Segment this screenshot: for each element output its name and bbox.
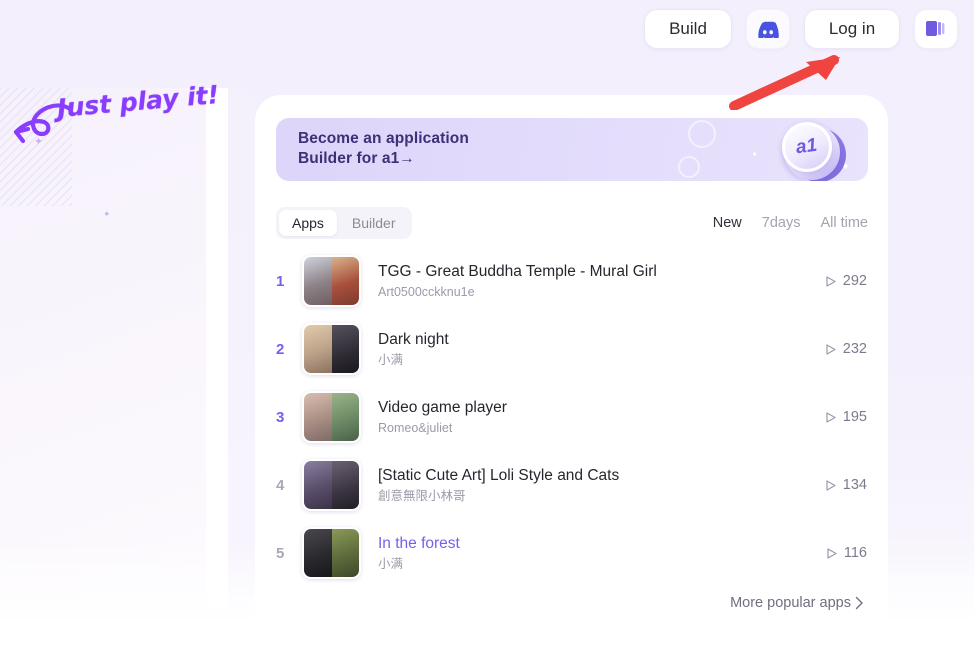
- filter-new-label: New: [712, 215, 742, 231]
- library-stack-icon: [926, 21, 945, 36]
- list-item[interactable]: 3 Video game player Romeo&juliet 195: [255, 383, 888, 451]
- login-button-label: Log in: [828, 19, 876, 38]
- promo-banner-line1: Become an application: [298, 130, 469, 147]
- play-count-value: 134: [842, 477, 867, 493]
- annotation-left-arrow: [13, 103, 73, 144]
- app-author: Romeo&juliet: [378, 420, 453, 435]
- play-count-value: 195: [842, 409, 867, 425]
- list-item[interactable]: 1 TGG - Great Buddha Temple - Mural Girl…: [255, 247, 888, 315]
- play-count-value: 116: [843, 545, 867, 561]
- play-count: 134: [824, 477, 867, 493]
- rank-number: 3: [276, 408, 285, 426]
- filter-new[interactable]: New: [713, 215, 742, 231]
- coin-front-icon: a1: [782, 122, 832, 172]
- play-count: 232: [824, 341, 867, 357]
- list-toolbar: Apps Builder New 7days All time: [276, 207, 868, 239]
- thumbnail-half-right: [331, 529, 359, 577]
- app-meta: Dark night 小满: [378, 329, 824, 370]
- play-triangle-icon: [824, 343, 837, 356]
- app-author: 小满: [378, 352, 404, 367]
- promo-banner-text: Become an application Builder for a1→: [298, 129, 469, 169]
- app-thumbnail[interactable]: [302, 527, 361, 579]
- decorative-ring: [678, 156, 700, 178]
- rank-number: 1: [276, 272, 285, 290]
- build-button[interactable]: Build: [644, 9, 732, 49]
- sparkle-icon: ✦: [103, 209, 111, 219]
- app-title: Dark night: [378, 330, 449, 348]
- filter-7days-label: 7days: [761, 215, 801, 231]
- app-meta: [Static Cute Art] Loli Style and Cats 創意…: [378, 465, 824, 506]
- tab-apps-label: Apps: [292, 215, 324, 231]
- rank-number: 4: [276, 476, 285, 494]
- app-meta: Video game player Romeo&juliet: [378, 397, 824, 438]
- rank-number: 5: [276, 544, 285, 562]
- play-count-value: 292: [842, 273, 867, 289]
- app-meta: TGG - Great Buddha Temple - Mural Girl A…: [378, 261, 824, 302]
- thumbnail-half-left: [304, 257, 332, 305]
- app-ranking-list: 1 TGG - Great Buddha Temple - Mural Girl…: [255, 247, 888, 587]
- thumbnail-half-left: [304, 325, 332, 373]
- discord-button[interactable]: [746, 9, 790, 49]
- play-triangle-icon: [825, 547, 838, 560]
- filter-group: New 7days All time: [713, 215, 868, 231]
- play-count-value: 232: [842, 341, 867, 357]
- discord-icon: [758, 21, 779, 38]
- app-title: TGG - Great Buddha Temple - Mural Girl: [378, 262, 657, 280]
- build-button-label: Build: [669, 19, 707, 38]
- app-thumbnail[interactable]: [302, 459, 361, 511]
- thumbnail-half-right: [331, 325, 359, 373]
- more-popular-apps-link[interactable]: More popular apps: [730, 595, 864, 611]
- thumbnail-half-left: [304, 393, 332, 441]
- app-title: Video game player: [378, 398, 507, 416]
- list-item[interactable]: 4 [Static Cute Art] Loli Style and Cats …: [255, 451, 888, 519]
- thumbnail-half-right: [331, 393, 359, 441]
- promo-banner[interactable]: Become an application Builder for a1→ ✦ …: [276, 118, 868, 181]
- thumbnail-half-right: [331, 461, 359, 509]
- thumbnail-half-left: [304, 461, 332, 509]
- sparkle-icon: ✦: [751, 150, 758, 159]
- play-count: 292: [824, 273, 867, 289]
- background-side-strip: [228, 88, 256, 608]
- app-author: 小满: [378, 556, 404, 571]
- app-author: 創意無限小林哥: [378, 488, 466, 503]
- background-white-gap: [206, 88, 228, 608]
- play-triangle-icon: [824, 411, 837, 424]
- main-card: Become an application Builder for a1→ ✦ …: [255, 95, 888, 660]
- more-popular-apps-label: More popular apps: [730, 595, 851, 611]
- a1-logo-glyph: a1: [794, 134, 819, 159]
- filter-7days[interactable]: 7days: [762, 215, 801, 231]
- library-button[interactable]: [914, 9, 958, 49]
- annotation-red-arrow: [729, 55, 840, 110]
- list-item[interactable]: 2 Dark night 小满 232: [255, 315, 888, 383]
- thumbnail-half-left: [304, 529, 332, 577]
- filter-all-time[interactable]: All time: [820, 215, 868, 231]
- tab-builder[interactable]: Builder: [339, 210, 409, 236]
- play-triangle-icon: [824, 479, 837, 492]
- rank-number: 2: [276, 340, 285, 358]
- app-thumbnail[interactable]: [302, 255, 361, 307]
- play-triangle-icon: [824, 275, 837, 288]
- app-title: In the forest: [378, 534, 460, 552]
- play-count: 195: [824, 409, 867, 425]
- thumbnail-half-right: [331, 257, 359, 305]
- app-thumbnail[interactable]: [302, 391, 361, 443]
- login-button[interactable]: Log in: [804, 9, 900, 49]
- list-item[interactable]: 5 In the forest 小满 116: [255, 519, 888, 587]
- tab-apps[interactable]: Apps: [279, 210, 337, 236]
- app-thumbnail[interactable]: [302, 323, 361, 375]
- app-author: Art0500cckknu1e: [378, 284, 475, 299]
- play-count: 116: [825, 545, 867, 561]
- promo-banner-decoration: ✦ ✦ ✦ a1: [678, 118, 868, 181]
- decorative-ring: [688, 120, 716, 148]
- tab-group: Apps Builder: [276, 207, 412, 239]
- filter-all-time-label: All time: [820, 215, 868, 231]
- chevron-right-icon: [855, 596, 863, 610]
- promo-banner-line2: Builder for a1→: [298, 150, 415, 167]
- app-title: [Static Cute Art] Loli Style and Cats: [378, 466, 620, 484]
- tab-builder-label: Builder: [351, 215, 396, 231]
- app-meta: In the forest 小满: [378, 533, 825, 574]
